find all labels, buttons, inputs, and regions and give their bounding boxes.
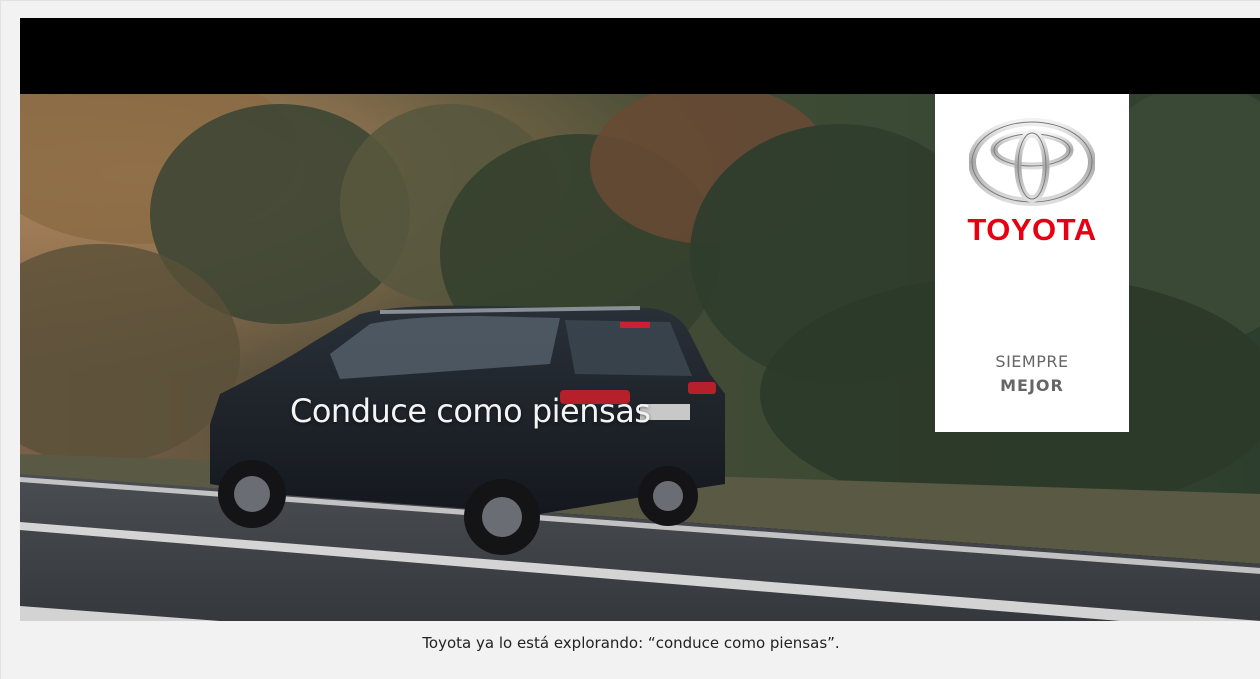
slogan-line-2: MEJOR xyxy=(1000,376,1064,395)
slogan-line-1: SIEMPRE xyxy=(995,352,1069,371)
letterbox-bar xyxy=(20,18,1260,94)
article-figure: Conduce como piensas TOYOTA SIEMPRE MEJO… xyxy=(0,0,1260,679)
brand-wordmark: TOYOTA xyxy=(967,212,1097,247)
video-overlay-text: Conduce como piensas xyxy=(290,392,651,430)
video-frame[interactable]: Conduce como piensas TOYOTA SIEMPRE MEJO… xyxy=(20,18,1260,621)
brand-card: TOYOTA SIEMPRE MEJOR xyxy=(935,94,1129,432)
toyota-logo-icon xyxy=(969,118,1095,206)
figure-caption: Toyota ya lo está explorando: “conduce c… xyxy=(422,634,840,652)
